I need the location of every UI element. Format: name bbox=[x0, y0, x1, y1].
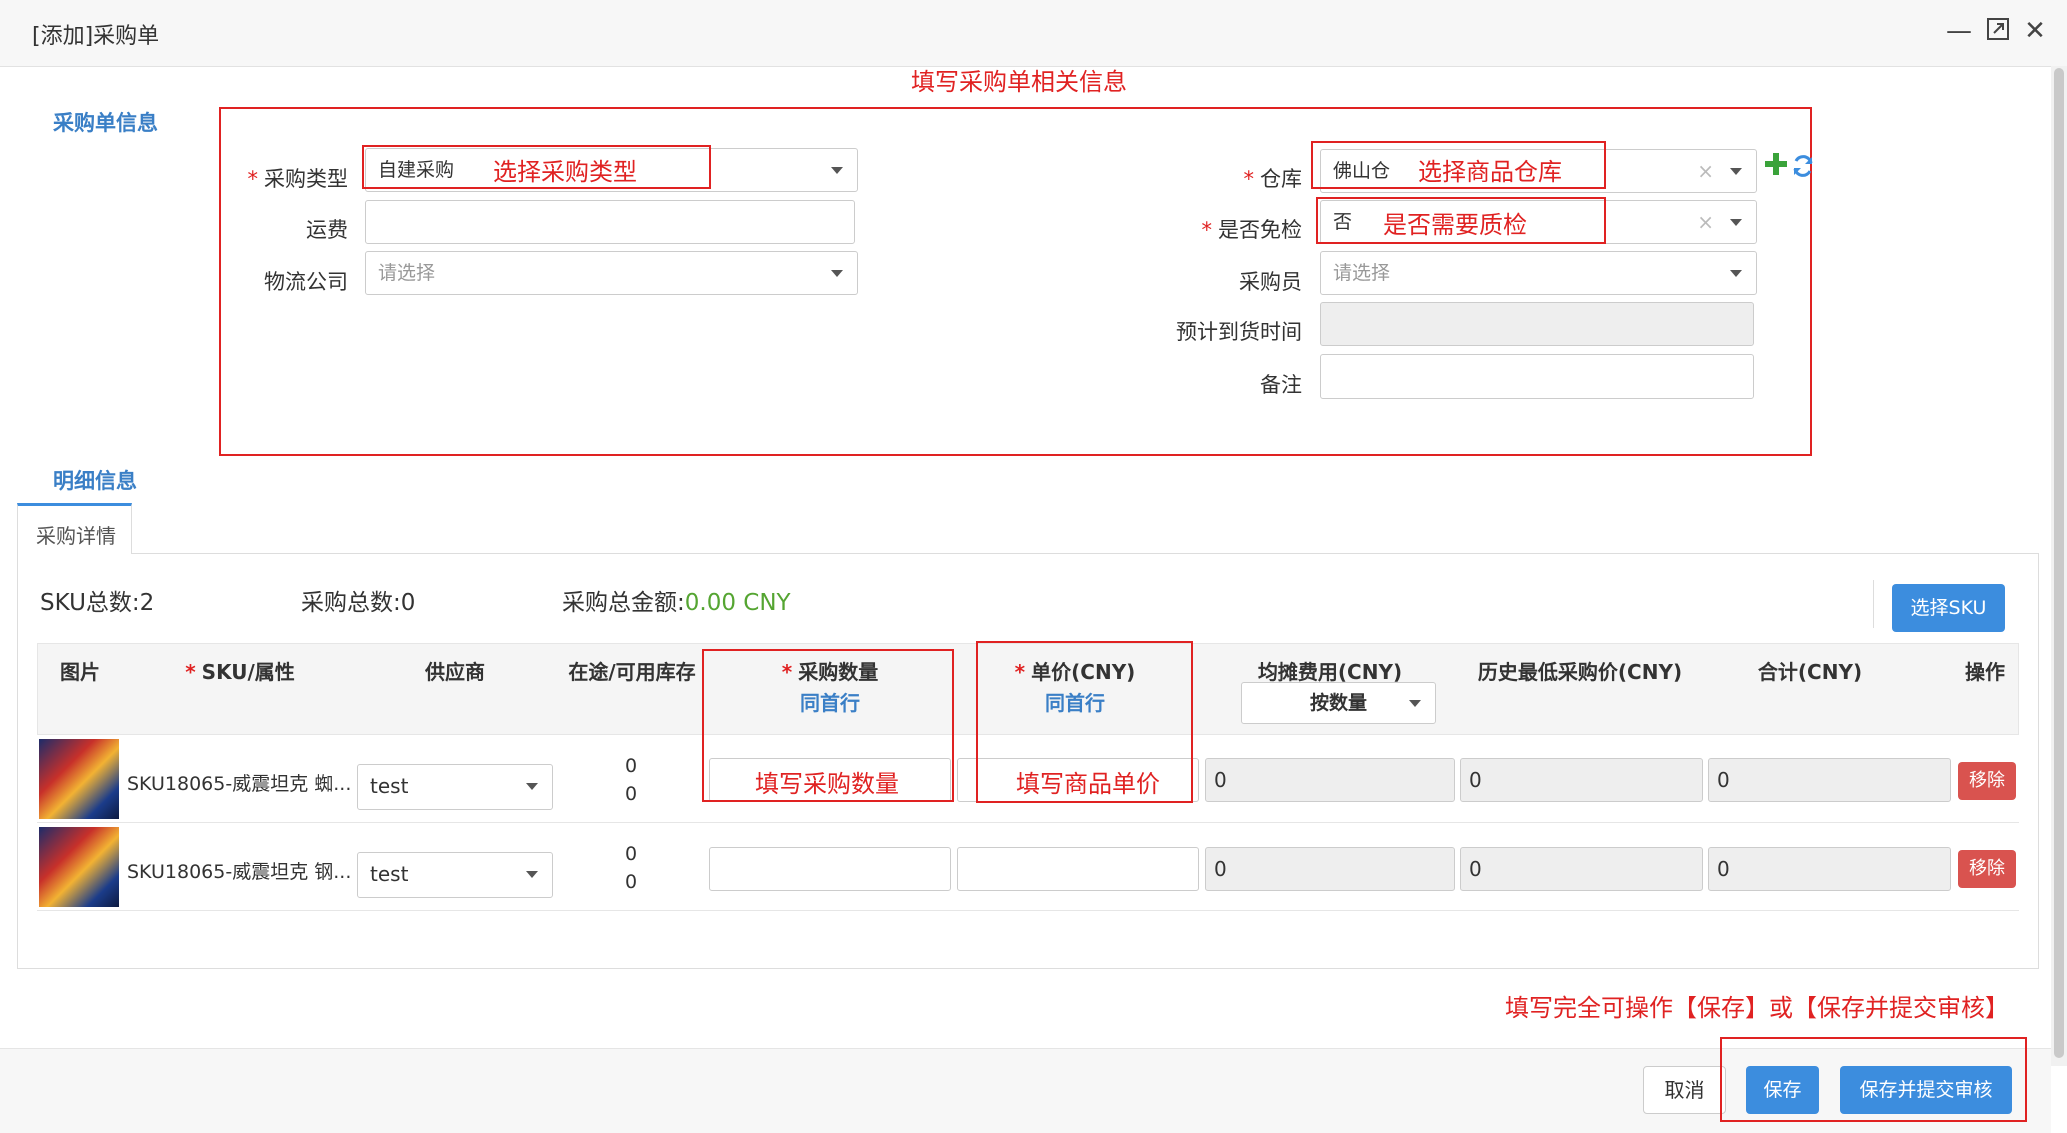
chevron-down-icon bbox=[526, 783, 538, 790]
available-stock: 0 bbox=[624, 871, 638, 893]
label-eta: 预计到货时间 bbox=[1176, 320, 1302, 344]
alloc-input[interactable]: 0 bbox=[1205, 847, 1455, 891]
product-image bbox=[39, 827, 119, 907]
annotation-footer: 填写完全可操作【保存】或【保存并提交审核】 bbox=[1505, 994, 2009, 1022]
summary-sku-count: SKU总数:2 bbox=[40, 590, 155, 616]
select-sku-button[interactable]: 选择SKU bbox=[1892, 584, 2005, 632]
annotation-qty: 填写采购数量 bbox=[755, 770, 899, 798]
hist-price-input[interactable]: 0 bbox=[1460, 847, 1703, 891]
summary-amount: 采购总金额:0.00 CNY bbox=[562, 590, 791, 616]
label-logistics: 物流公司 bbox=[264, 270, 348, 294]
close-icon[interactable]: ✕ bbox=[2020, 16, 2050, 46]
chevron-down-icon bbox=[831, 167, 843, 174]
sku-text: SKU18065-威震坦克 钢... bbox=[127, 861, 352, 883]
minimize-icon[interactable]: — bbox=[1944, 16, 1974, 46]
cancel-button[interactable]: 取消 bbox=[1643, 1066, 1726, 1114]
label-remark: 备注 bbox=[1260, 373, 1302, 397]
clear-icon[interactable]: × bbox=[1697, 201, 1714, 243]
in-transit-stock: 0 bbox=[624, 843, 638, 865]
total-input[interactable]: 0 bbox=[1708, 847, 1951, 891]
annotation-box-footer-buttons bbox=[1720, 1037, 2027, 1122]
remark-textarea[interactable] bbox=[1320, 354, 1754, 399]
tab-label: 采购详情 bbox=[36, 524, 116, 548]
annotation-box-warehouse bbox=[1311, 141, 1606, 189]
th-alloc: 均摊费用(CNY) bbox=[1257, 660, 1403, 684]
th-total: 合计(CNY) bbox=[1757, 660, 1863, 684]
label-buyer: 采购员 bbox=[1239, 270, 1302, 294]
product-image bbox=[39, 739, 119, 819]
th-sku: * SKU/属性 bbox=[185, 660, 295, 684]
eta-input[interactable] bbox=[1320, 302, 1754, 346]
chevron-down-icon bbox=[831, 270, 843, 277]
label-warehouse: * 仓库 bbox=[1243, 167, 1303, 191]
section-title-detail-info: 明细信息 bbox=[53, 469, 137, 493]
plus-icon[interactable] bbox=[1764, 152, 1788, 180]
price-input[interactable] bbox=[957, 847, 1199, 891]
chevron-down-icon bbox=[526, 871, 538, 878]
label-freight: 运费 bbox=[306, 218, 348, 242]
annotation-price: 填写商品单价 bbox=[1016, 770, 1160, 798]
annotation-box-purchase-type bbox=[362, 145, 711, 189]
supplier-select[interactable]: test bbox=[357, 852, 553, 898]
hist-price-input[interactable]: 0 bbox=[1460, 758, 1703, 802]
th-stock: 在途/可用库存 bbox=[568, 660, 696, 684]
scrollbar-thumb[interactable] bbox=[2054, 68, 2064, 1058]
clear-icon[interactable]: × bbox=[1697, 150, 1714, 192]
summary-qty: 采购总数:0 bbox=[301, 590, 416, 616]
refresh-icon[interactable] bbox=[1791, 154, 1815, 182]
buyer-select[interactable]: 请选择 bbox=[1320, 251, 1757, 295]
freight-input[interactable] bbox=[365, 200, 855, 244]
divider bbox=[1873, 580, 1874, 628]
annotation-box-inspection bbox=[1316, 197, 1606, 244]
logistics-select[interactable]: 请选择 bbox=[365, 251, 858, 295]
tab-purchase-detail[interactable]: 采购详情 bbox=[17, 503, 132, 554]
window-title: [添加]采购单 bbox=[32, 24, 160, 49]
th-image: 图片 bbox=[60, 660, 100, 684]
window-titlebar bbox=[0, 0, 2067, 67]
th-supplier: 供应商 bbox=[425, 660, 485, 684]
sku-text: SKU18065-威震坦克 蜘... bbox=[127, 773, 352, 795]
chevron-down-icon bbox=[1730, 219, 1742, 226]
available-stock: 0 bbox=[624, 783, 638, 805]
section-title-order-info: 采购单信息 bbox=[53, 111, 158, 135]
th-hist: 历史最低采购价(CNY) bbox=[1477, 660, 1683, 684]
alloc-method-select[interactable]: 按数量 bbox=[1241, 682, 1436, 724]
total-input[interactable]: 0 bbox=[1708, 758, 1951, 802]
supplier-select[interactable]: test bbox=[357, 764, 553, 810]
label-exempt: * 是否免检 bbox=[1201, 218, 1303, 242]
label-purchase-type: * 采购类型 bbox=[247, 167, 349, 191]
chevron-down-icon bbox=[1409, 700, 1421, 707]
th-op: 操作 bbox=[1965, 660, 2005, 684]
chevron-down-icon bbox=[1730, 270, 1742, 277]
alloc-input[interactable]: 0 bbox=[1205, 758, 1455, 802]
remove-button[interactable]: 移除 bbox=[1958, 850, 2016, 888]
remove-button[interactable]: 移除 bbox=[1958, 762, 2016, 800]
chevron-down-icon bbox=[1730, 168, 1742, 175]
in-transit-stock: 0 bbox=[624, 755, 638, 777]
maximize-icon[interactable] bbox=[1983, 16, 2013, 46]
qty-input[interactable] bbox=[709, 847, 951, 891]
annotation-top: 填写采购单相关信息 bbox=[911, 68, 1127, 96]
